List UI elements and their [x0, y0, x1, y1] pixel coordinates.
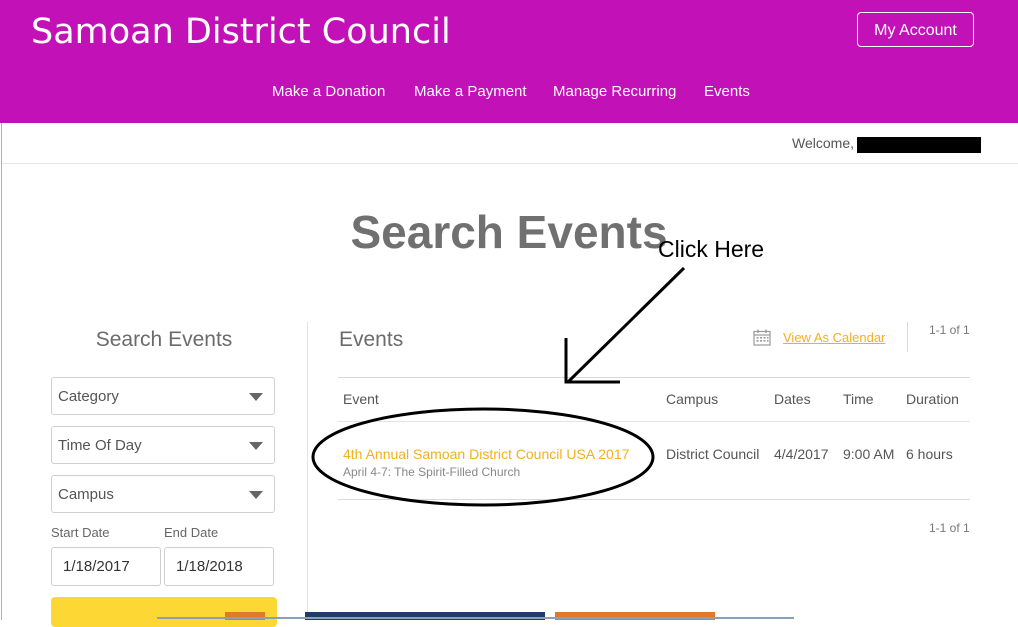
- start-date-label: Start Date: [51, 525, 110, 540]
- chevron-down-icon: [249, 442, 263, 450]
- calendar-icon[interactable]: [753, 329, 771, 346]
- welcome-text: Welcome,: [792, 135, 854, 151]
- column-header-dates: Dates: [774, 391, 811, 407]
- results-count-bottom: 1-1 of 1: [929, 521, 970, 535]
- end-date-input[interactable]: 1/18/2018: [164, 547, 274, 586]
- event-duration: 6 hours: [906, 446, 953, 462]
- event-campus: District Council: [666, 446, 760, 462]
- category-select-label: Category: [58, 388, 119, 405]
- column-header-time: Time: [843, 391, 874, 407]
- nav-make-payment[interactable]: Make a Payment: [414, 80, 527, 104]
- category-select[interactable]: Category: [51, 377, 275, 415]
- time-of-day-select[interactable]: Time Of Day: [51, 426, 275, 464]
- column-header-duration: Duration: [906, 391, 959, 407]
- redacted-username: [857, 137, 981, 153]
- sidebar-title: Search Events: [95, 328, 233, 351]
- header-separator: [907, 322, 908, 352]
- site-header: Samoan District Council My Account Make …: [0, 0, 1018, 123]
- time-of-day-select-label: Time Of Day: [58, 437, 142, 454]
- campus-select-label: Campus: [58, 486, 114, 503]
- column-header-event: Event: [343, 391, 379, 407]
- table-bottom-border: [338, 499, 970, 500]
- annotation-label: Click Here: [658, 236, 765, 262]
- chevron-down-icon: [249, 491, 263, 499]
- table-header-border: [338, 421, 970, 422]
- end-date-label: End Date: [164, 525, 219, 540]
- start-date-input[interactable]: 1/18/2017: [51, 547, 161, 586]
- main-nav: Make a Donation Make a Payment Manage Re…: [0, 80, 1018, 104]
- annotation-arrow-shaft: [566, 266, 686, 384]
- event-date: 4/4/2017: [774, 446, 829, 462]
- nav-manage-recurring[interactable]: Manage Recurring: [553, 80, 676, 104]
- chevron-down-icon: [249, 393, 263, 401]
- view-as-calendar-link[interactable]: View As Calendar: [783, 330, 885, 345]
- page-bottom-line: [157, 617, 794, 619]
- window-edge: [1, 123, 2, 620]
- results-count-top: 1-1 of 1: [929, 323, 970, 337]
- campus-select[interactable]: Campus: [51, 475, 275, 513]
- event-time: 9:00 AM: [843, 446, 895, 462]
- event-name-link[interactable]: 4th Annual Samoan District Council USA 2…: [343, 446, 629, 462]
- my-account-button[interactable]: My Account: [857, 12, 974, 47]
- site-brand[interactable]: Samoan District Council: [31, 10, 451, 54]
- event-subtitle: April 4-7: The Spirit-Filled Church: [343, 465, 521, 479]
- column-divider: [307, 322, 308, 620]
- annotation-arrow-head: [564, 338, 620, 384]
- nav-events[interactable]: Events: [704, 80, 750, 104]
- page-title: Search Events: [350, 206, 668, 258]
- column-header-campus: Campus: [666, 391, 719, 407]
- nav-make-donation[interactable]: Make a Donation: [272, 80, 385, 104]
- events-title: Events: [339, 328, 404, 351]
- table-top-border: [338, 377, 970, 378]
